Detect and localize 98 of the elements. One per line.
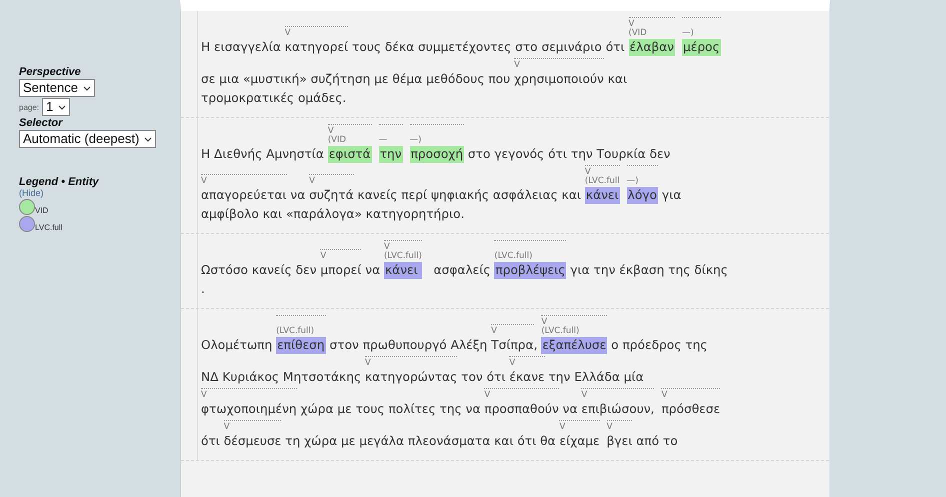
annotation-tag: V <box>201 177 287 186</box>
sentence-text: , <box>534 338 538 352</box>
highlighted-word[interactable]: εξαπέλυσε <box>541 337 608 354</box>
sentence-text: τον ότι <box>460 370 507 384</box>
annotated-word[interactable]: κατηγορεί <box>284 39 348 56</box>
sentence-text: τρομοκρατικές ομάδες. <box>201 91 346 105</box>
annotation-tag: V <box>484 391 559 400</box>
highlighted-word[interactable]: προβλέψεις <box>494 262 566 279</box>
sentence-text: ο πρόεδρος της <box>610 338 708 352</box>
annotation-label: — <box>378 136 388 145</box>
caret-icon <box>144 136 152 142</box>
annotated-word[interactable]: φτωχοποιημένη <box>201 401 297 418</box>
sentence-text: ασφαλείς <box>432 263 492 277</box>
sentence-text: να <box>289 188 306 202</box>
annotation-tag: V <box>559 423 600 432</box>
sentence-text: ότι <box>201 434 221 448</box>
annotated-word[interactable]: έκανε <box>509 369 545 386</box>
sentence-text: σε μια «μυστική» συζήτηση με θέμα μεθόδους που <box>201 72 512 86</box>
highlighted-word[interactable]: την <box>378 146 403 163</box>
hide-link[interactable]: (Hide) <box>19 188 44 198</box>
sentence-text: Η Διεθνής Αμνηστία <box>201 147 325 161</box>
annotation-tag: V <box>584 168 620 177</box>
annotated-word[interactable]: πρόσθεσε <box>661 401 720 418</box>
perspective-label: Perspective <box>19 66 81 78</box>
annotated-word[interactable]: απαγορεύεται <box>201 187 287 204</box>
sentence-text: την Ελλάδα μία <box>547 370 644 384</box>
sentence-text: για <box>660 188 682 202</box>
sentence-text: και <box>606 72 628 86</box>
annotation-label: (LVC.full) <box>541 327 580 336</box>
annotated-word[interactable]: επιβιώσουν, <box>581 401 654 418</box>
sentence-text: να <box>562 402 578 416</box>
annotation-label: —) <box>682 29 695 38</box>
annotated-word[interactable]: μπορεί <box>320 262 362 279</box>
legend-title: Legend • Entity <box>19 176 99 188</box>
annotated-word[interactable]: προσπαθούν <box>484 401 559 418</box>
sentence-text: Ωστόσο κανείς δεν <box>201 263 318 277</box>
highlighted-word[interactable]: κάνει <box>584 187 620 204</box>
sentence-text: στον πρωθυπουργό Αλέξη <box>328 338 488 352</box>
annotation-tag: V <box>491 327 534 336</box>
annotation-label: (LVC.full) <box>494 252 534 261</box>
annotation-tag: V <box>328 127 372 136</box>
annotated-word[interactable]: Τσίπρα <box>491 337 534 354</box>
annotated-word[interactable]: χρησιμοποιούν <box>514 71 604 88</box>
sentence-text: χώρα με τους πολίτες της να <box>299 402 482 416</box>
annotation-tag: V <box>628 20 675 29</box>
page-label: page: <box>19 102 40 112</box>
highlighted-word[interactable]: μέρος <box>682 39 721 56</box>
annotation-tag: V <box>384 243 422 252</box>
annotated-word[interactable]: είχαμε <box>559 433 600 450</box>
annotation-tag: V <box>201 391 297 400</box>
annotation-tag: V <box>224 423 282 432</box>
annotation-tag: V <box>541 318 608 327</box>
sentence-text: . <box>201 282 205 296</box>
legend-label: LVC.full <box>35 223 62 232</box>
legend-label: VID <box>35 206 48 215</box>
sentence-text: κανείς περί ψηφιακής ασφάλειας και <box>356 188 582 202</box>
sentence-text: να <box>364 263 382 277</box>
annotation-tag: V <box>309 177 354 186</box>
annotation-tag: V <box>606 423 632 432</box>
sentence-text: Η εισαγγελία <box>201 40 282 54</box>
caret-icon <box>82 86 91 90</box>
annotation-tag: V <box>284 29 348 38</box>
highlighted-word[interactable]: εφιστά <box>328 146 372 163</box>
annotation-tag: V <box>509 359 545 368</box>
selector-label: Selector <box>19 117 62 129</box>
caret-icon <box>58 104 66 110</box>
annotated-word[interactable]: δέσμευσε <box>224 433 282 450</box>
annotation-label: (LVC.full) <box>276 327 316 336</box>
annotation-tag: V <box>581 391 654 400</box>
selector-select[interactable]: Automatic (deepest) <box>19 130 156 148</box>
annotation-label: (VID <box>628 29 648 38</box>
sentence-text: τους δέκα συμμετέχοντες στο σεμινάριο ότι <box>351 40 626 54</box>
highlighted-word[interactable]: κάνει <box>384 262 422 279</box>
sentence-text: τη χώρα με μεγάλα πλεονάσματα και ότι θα <box>284 434 557 448</box>
annotation-tag: V <box>365 359 458 368</box>
highlighted-word[interactable]: επίθεση <box>276 337 326 354</box>
annotation-label: —) <box>626 177 640 186</box>
highlighted-word[interactable]: προσοχή <box>410 146 464 163</box>
highlighted-word[interactable]: έλαβαν <box>628 39 675 56</box>
annotation-tag: V <box>320 252 362 261</box>
sentence-text: ΝΔ Κυριάκος Μητσοτάκης <box>201 370 362 384</box>
sentence-text: Ολομέτωπη <box>201 338 274 352</box>
sentence-text: από το <box>635 434 678 448</box>
annotation-label: (LVC.full) <box>384 252 422 261</box>
highlighted-word[interactable]: λόγο <box>626 187 658 204</box>
annotation-label: (VID <box>328 136 348 145</box>
perspective-select[interactable]: Sentence <box>19 79 95 97</box>
annotated-word[interactable]: βγει <box>606 433 632 450</box>
sentence-text: για την έκβαση της δίκης <box>569 263 728 277</box>
annotated-word[interactable]: συζητά <box>309 187 354 204</box>
annotation-label: (LVC.full <box>584 177 620 186</box>
page-select[interactable]: 1 <box>42 98 70 116</box>
annotated-word[interactable]: κατηγορώντας <box>365 369 458 386</box>
annotation-tag: V <box>661 391 720 400</box>
annotation-tag: V <box>514 61 604 70</box>
sentence-text: αμφίβολο και «παράλογα» κατηγορητήριο. <box>201 207 464 221</box>
annotation-label: —) <box>410 136 422 145</box>
sentence-text: στο γεγονός ότι την Τουρκία δεν <box>466 147 670 161</box>
